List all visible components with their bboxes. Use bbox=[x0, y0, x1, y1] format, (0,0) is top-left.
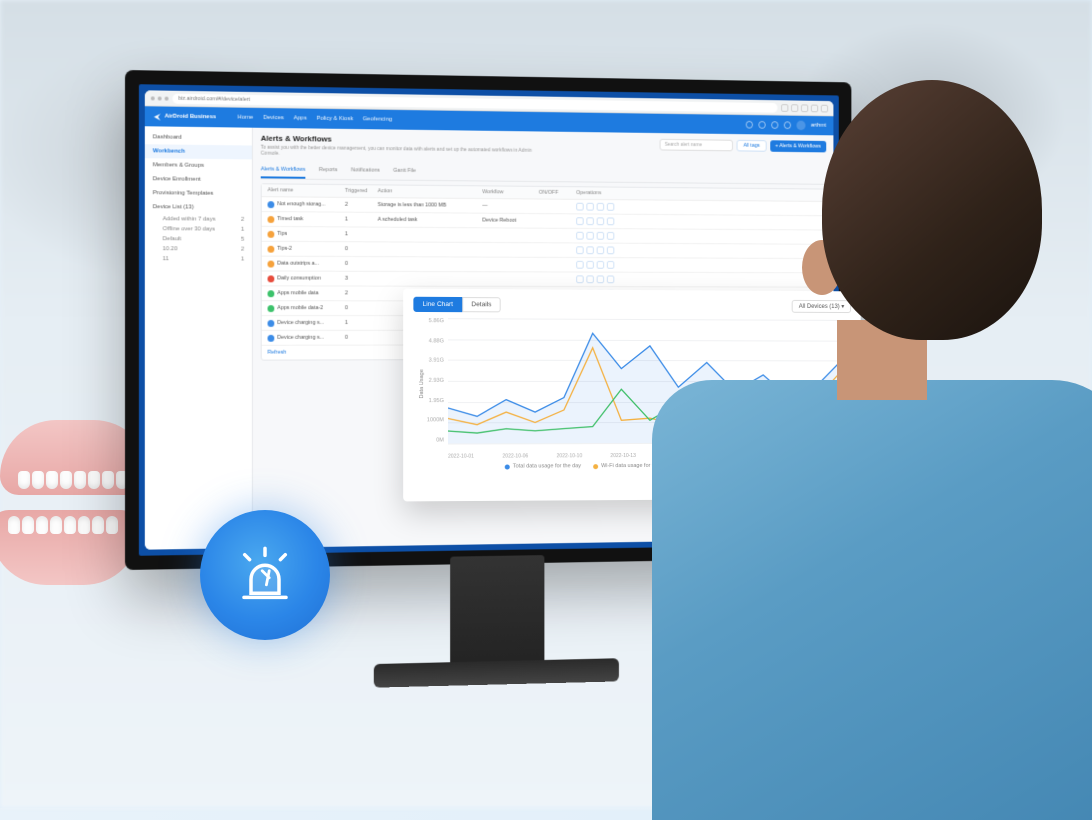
tab-reports[interactable]: Reports bbox=[319, 163, 338, 179]
op-edit-icon[interactable] bbox=[586, 246, 593, 254]
op-copy-icon[interactable] bbox=[597, 275, 604, 283]
op-copy-icon[interactable] bbox=[597, 232, 604, 240]
nav-geofencing[interactable]: Geofencing bbox=[363, 116, 392, 122]
chart-tab-line[interactable]: Line Chart bbox=[413, 297, 462, 312]
sidebar-item-enrollment[interactable]: Device Enrollment bbox=[145, 172, 252, 187]
op-edit-icon[interactable] bbox=[586, 261, 593, 269]
alert-beacon-icon bbox=[200, 510, 330, 640]
tabs: Alerts & Workflows Reports Notifications… bbox=[261, 162, 827, 184]
help-icon[interactable] bbox=[746, 121, 753, 129]
op-delete-icon[interactable] bbox=[607, 261, 614, 269]
th: Triggered bbox=[345, 188, 378, 194]
nav-home[interactable]: Home bbox=[238, 115, 254, 121]
op-delete-icon[interactable] bbox=[607, 203, 614, 211]
tab-gantt[interactable]: Gantt File bbox=[393, 164, 416, 180]
nav-policy[interactable]: Policy & Kiosk bbox=[316, 116, 353, 122]
brand-logo[interactable]: AirDroid Business bbox=[153, 112, 216, 122]
op-delete-icon[interactable] bbox=[607, 232, 614, 240]
op-copy-icon[interactable] bbox=[597, 246, 604, 254]
line-chart: Data Usage 5.86G4.88G3.91G2.93G1.95G1000… bbox=[413, 318, 851, 460]
chart-card: Line Chart Details All Devices (13) ▾ Da… bbox=[403, 289, 861, 502]
table-row[interactable]: Daily consumption3 bbox=[262, 271, 826, 287]
th: Operations bbox=[576, 190, 641, 196]
op-edit-icon[interactable] bbox=[586, 232, 593, 240]
op-edit-icon[interactable] bbox=[586, 217, 593, 225]
th: Alert name bbox=[268, 187, 345, 194]
op-copy-icon[interactable] bbox=[597, 203, 604, 211]
sidebar-sub[interactable]: 10.202 bbox=[145, 244, 252, 254]
sidebar-item-provisioning[interactable]: Provisioning Templates bbox=[145, 186, 252, 201]
sidebar: Dashboard Workbench Members & Groups Dev… bbox=[145, 126, 253, 549]
tab-notifications[interactable]: Notifications bbox=[351, 163, 380, 179]
page-desc: To assist you with the better device man… bbox=[261, 145, 548, 160]
op-edit-icon[interactable] bbox=[586, 203, 593, 211]
legend-wifi: Wi-Fi data usage for the day bbox=[601, 463, 670, 469]
chart-tab-details[interactable]: Details bbox=[462, 297, 500, 312]
nav-apps[interactable]: Apps bbox=[293, 115, 306, 121]
sidebar-sub[interactable]: 111 bbox=[145, 254, 252, 264]
device-select[interactable]: All Devices (13) ▾ bbox=[792, 300, 851, 313]
sidebar-sub[interactable]: Offline over 30 days1 bbox=[145, 224, 252, 235]
settings-icon[interactable] bbox=[771, 121, 778, 129]
legend-cell: Cellular data usage for the day bbox=[690, 462, 764, 468]
op-view-icon[interactable] bbox=[576, 261, 583, 269]
sidebar-item-workbench[interactable]: Workbench bbox=[145, 144, 252, 159]
op-view-icon[interactable] bbox=[576, 217, 583, 225]
op-copy-icon[interactable] bbox=[597, 261, 604, 269]
th: ON/OFF bbox=[539, 190, 576, 196]
filter-all-tags[interactable]: All tags bbox=[737, 140, 766, 152]
avatar[interactable] bbox=[796, 121, 805, 131]
sidebar-item-members[interactable]: Members & Groups bbox=[145, 158, 252, 173]
sidebar-item-dashboard[interactable]: Dashboard bbox=[145, 130, 252, 145]
add-alert-button[interactable]: + Alerts & Workflows bbox=[770, 140, 826, 152]
tab-alerts[interactable]: Alerts & Workflows bbox=[261, 162, 306, 178]
th: Workflow bbox=[482, 189, 538, 195]
th: Action bbox=[378, 188, 483, 195]
op-view-icon[interactable] bbox=[576, 275, 583, 283]
search-input[interactable]: Search alert name bbox=[660, 139, 733, 151]
op-view-icon[interactable] bbox=[576, 203, 583, 211]
op-delete-icon[interactable] bbox=[607, 246, 614, 254]
refresh-icon[interactable] bbox=[758, 121, 765, 129]
notifications-icon[interactable] bbox=[784, 121, 791, 129]
op-delete-icon[interactable] bbox=[607, 276, 614, 284]
op-view-icon[interactable] bbox=[576, 246, 583, 254]
op-view-icon[interactable] bbox=[576, 232, 583, 240]
sidebar-item-devicelist[interactable]: Device List (13) bbox=[145, 200, 252, 215]
nav-devices[interactable]: Devices bbox=[263, 115, 284, 121]
op-delete-icon[interactable] bbox=[607, 217, 614, 225]
user-name[interactable]: arthmt bbox=[811, 123, 826, 129]
op-copy-icon[interactable] bbox=[597, 217, 604, 225]
sidebar-sub[interactable]: Default5 bbox=[145, 234, 252, 245]
legend-total: Total data usage for the day bbox=[513, 463, 581, 469]
sidebar-sub[interactable]: Added within 7 days2 bbox=[145, 214, 252, 225]
op-edit-icon[interactable] bbox=[586, 275, 593, 283]
